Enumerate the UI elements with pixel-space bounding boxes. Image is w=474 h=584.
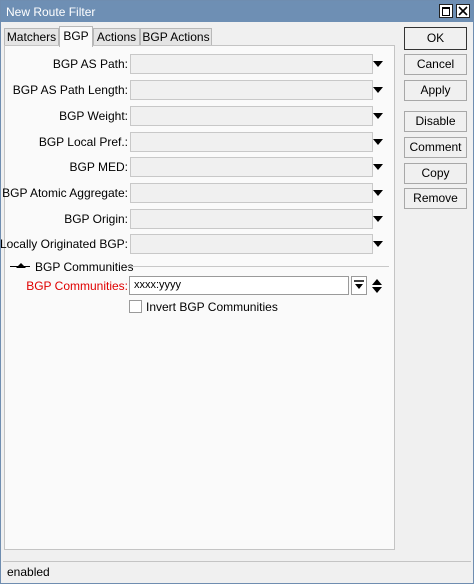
bgp-local-pref-input[interactable] (130, 132, 373, 152)
collapse-triangle-icon[interactable] (16, 263, 26, 268)
bgp-tab-panel: BGP AS Path: BGP AS Path Length: BGP Wei… (0, 45, 396, 550)
field-bgp-atomic-aggregate: BGP Atomic Aggregate: (2, 183, 396, 203)
field-label: Locally Originated BGP: (0, 237, 128, 251)
dropdown-arrow-icon[interactable] (373, 113, 383, 119)
field-bgp-as-path: BGP AS Path: (5, 54, 396, 74)
dropdown-arrow-icon[interactable] (373, 87, 383, 93)
bgp-med-input[interactable] (130, 157, 373, 177)
bgp-communities-section-header[interactable]: BGP Communities (10, 260, 389, 274)
bgp-weight-input[interactable] (130, 106, 373, 126)
tab-bgp[interactable]: BGP (59, 26, 93, 47)
section-divider (127, 266, 389, 267)
dropdown-arrow-icon[interactable] (373, 164, 383, 170)
cancel-button[interactable]: Cancel (404, 54, 467, 75)
field-bgp-communities: BGP Communities: xxxx:yyyy (5, 276, 396, 296)
status-bar: enabled (3, 561, 471, 582)
remove-button[interactable]: Remove (404, 188, 467, 209)
tab-bgp-actions[interactable]: BGP Actions (140, 28, 212, 45)
section-title: BGP Communities (35, 260, 134, 274)
bgp-as-path-input[interactable] (130, 54, 373, 74)
field-label: BGP MED: (69, 160, 128, 174)
field-locally-originated-bgp: Locally Originated BGP: (0, 234, 396, 254)
bgp-communities-label: BGP Communities: (26, 279, 128, 293)
tab-actions[interactable]: Actions (93, 28, 140, 45)
dropdown-arrow-icon[interactable] (373, 216, 383, 222)
invert-communities-checkbox[interactable] (129, 300, 142, 313)
field-label: BGP AS Path: (52, 57, 128, 71)
ok-button[interactable]: OK (404, 27, 467, 50)
field-bgp-med: BGP MED: (5, 157, 396, 177)
bgp-as-path-length-input[interactable] (130, 80, 373, 100)
field-label: BGP Origin: (64, 212, 128, 226)
field-bgp-as-path-length: BGP AS Path Length: (5, 80, 396, 100)
field-label: BGP AS Path Length: (12, 83, 128, 97)
dropdown-list-icon (354, 280, 364, 289)
locally-originated-bgp-input[interactable] (130, 234, 373, 254)
comment-button[interactable]: Comment (404, 137, 467, 158)
apply-button[interactable]: Apply (404, 80, 467, 101)
bgp-atomic-aggregate-input[interactable] (130, 183, 373, 203)
bgp-communities-input[interactable]: xxxx:yyyy (129, 276, 349, 295)
close-icon (458, 6, 468, 16)
bgp-origin-input[interactable] (130, 209, 373, 229)
route-filter-window: New Route Filter Matchers BGP Actions BG… (0, 0, 474, 584)
dropdown-arrow-icon[interactable] (373, 139, 383, 145)
field-label: BGP Weight: (59, 109, 128, 123)
invert-communities-label: Invert BGP Communities (146, 300, 278, 314)
field-bgp-weight: BGP Weight: (5, 106, 396, 126)
window-title: New Route Filter (6, 5, 96, 19)
dropdown-arrow-icon[interactable] (373, 241, 383, 247)
dropdown-arrow-icon[interactable] (373, 61, 383, 67)
invert-bgp-communities[interactable]: Invert BGP Communities (129, 300, 329, 316)
disable-button[interactable]: Disable (404, 111, 467, 132)
dropdown-arrow-icon[interactable] (373, 190, 383, 196)
close-button[interactable] (456, 4, 470, 18)
title-bar[interactable]: New Route Filter (1, 1, 473, 22)
field-bgp-local-pref: BGP Local Pref.: (5, 132, 396, 152)
field-label: BGP Atomic Aggregate: (2, 186, 128, 200)
field-bgp-origin: BGP Origin: (5, 209, 396, 229)
copy-button[interactable]: Copy (404, 163, 467, 184)
maximize-button[interactable] (439, 4, 453, 18)
status-text: enabled (7, 565, 50, 579)
communities-select-button[interactable] (351, 276, 367, 295)
field-label: BGP Local Pref.: (38, 135, 128, 149)
tab-matchers[interactable]: Matchers (4, 28, 59, 45)
up-down-arrows-icon[interactable] (372, 278, 382, 294)
